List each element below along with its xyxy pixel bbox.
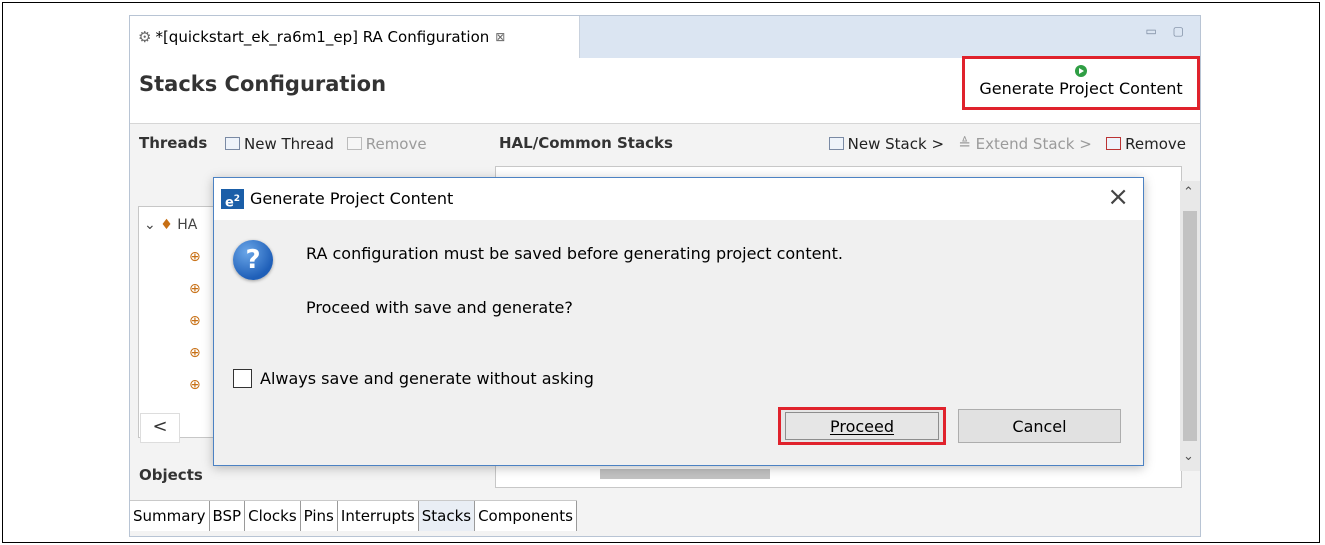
remove-stack-icon (1106, 137, 1122, 150)
horizontal-scroll-thumb[interactable] (600, 469, 770, 479)
remove-stack-button[interactable]: Remove (1106, 135, 1186, 153)
cancel-button[interactable]: Cancel (958, 409, 1121, 443)
objects-heading: Objects (139, 466, 203, 484)
logo-text: e (224, 195, 234, 211)
generate-project-content-button[interactable]: Generate Project Content (962, 56, 1200, 110)
remove-icon (346, 137, 362, 150)
editor-tab-title: *[quickstart_ek_ra6m1_ep] RA Configurati… (155, 28, 490, 46)
folder-icon: ♦ (160, 217, 173, 233)
generate-project-content-dialog: e2 Generate Project Content × ? RA confi… (213, 177, 1144, 466)
logo-sup: 2 (233, 194, 241, 204)
close-icon[interactable]: ⊠ (495, 30, 505, 44)
generate-label: Generate Project Content (979, 79, 1183, 98)
dialog-question: Proceed with save and generate? (306, 298, 573, 317)
new-thread-icon (225, 137, 240, 150)
tab-pins[interactable]: Pins (300, 501, 338, 531)
tree-row[interactable]: ⊕ (189, 281, 201, 297)
vertical-scrollbar[interactable]: ⌃ ⌄ (1180, 181, 1200, 471)
chevron-down-icon[interactable]: ⌄ (1183, 449, 1194, 464)
proceed-button[interactable]: Proceed (778, 407, 946, 445)
module-icon: ⊕ (189, 313, 201, 329)
e2-logo-icon: e2 (221, 189, 244, 211)
editor-tab[interactable]: ⚙ *[quickstart_ek_ra6m1_ep] RA Configura… (130, 16, 580, 58)
tab-summary[interactable]: Summary (130, 501, 210, 531)
new-stack-icon (828, 137, 844, 150)
tab-clocks[interactable]: Clocks (245, 501, 301, 531)
tree-row[interactable]: ⊕ (189, 345, 201, 361)
scroll-left-button[interactable]: < (140, 413, 180, 443)
new-stack-button[interactable]: New Stack > (828, 135, 945, 153)
new-stack-label: New Stack > (847, 135, 945, 153)
module-icon: ⊕ (189, 249, 201, 265)
tab-stacks[interactable]: Stacks (418, 501, 476, 531)
always-save-checkbox[interactable] (233, 369, 252, 388)
always-save-label: Always save and generate without asking (260, 369, 594, 388)
hal-toolbar: New Stack > ≜ Extend Stack > Remove (828, 135, 1186, 153)
editor-tabbar: ⚙ *[quickstart_ek_ra6m1_ep] RA Configura… (130, 16, 1200, 59)
tree-row[interactable]: ⊕ (189, 313, 201, 329)
tree-row[interactable]: ⊕ (189, 249, 201, 265)
hal-heading: HAL/Common Stacks (499, 134, 673, 152)
dialog-titlebar: e2 Generate Project Content × (214, 178, 1143, 220)
gear-icon: ⚙ (138, 28, 152, 46)
editor-bottom-tabs: Summary BSP Clocks Pins Interrupts Stack… (130, 500, 577, 531)
dialog-message: RA configuration must be saved before ge… (306, 244, 843, 263)
dialog-title: Generate Project Content (250, 189, 454, 208)
tree-row[interactable]: ⊕ (189, 377, 201, 393)
new-thread-button[interactable]: New Thread (225, 135, 334, 153)
tab-components[interactable]: Components (475, 501, 577, 531)
tree-row[interactable]: ⌄ ♦ HA (144, 217, 197, 233)
new-thread-label: New Thread (244, 135, 334, 153)
tree-root-label: HA (177, 217, 198, 233)
remove-thread-label: Remove (365, 135, 427, 153)
module-icon: ⊕ (189, 377, 201, 393)
question-icon: ? (233, 240, 273, 280)
extend-stack-button[interactable]: ≜ Extend Stack > (958, 135, 1091, 153)
proceed-label: Proceed (785, 412, 939, 440)
tab-interrupts[interactable]: Interrupts (337, 501, 419, 531)
threads-toolbar: New Thread Remove (225, 135, 427, 153)
remove-stack-label: Remove (1125, 135, 1186, 153)
module-icon: ⊕ (189, 281, 201, 297)
remove-thread-button[interactable]: Remove (346, 135, 427, 153)
always-save-option[interactable]: Always save and generate without asking (233, 369, 594, 388)
extend-icon: ≜ (958, 135, 976, 153)
scroll-thumb[interactable] (1183, 211, 1197, 441)
play-icon (1075, 65, 1087, 77)
page-title: Stacks Configuration (139, 72, 387, 96)
window-controls[interactable]: ▭ ▢ (1146, 24, 1191, 38)
chevron-down-icon[interactable]: ⌄ (144, 217, 156, 233)
close-icon[interactable]: × (1107, 182, 1129, 212)
chevron-up-icon[interactable]: ⌃ (1183, 185, 1194, 200)
extend-stack-label: Extend Stack > (975, 135, 1092, 153)
tab-bsp[interactable]: BSP (209, 501, 246, 531)
module-icon: ⊕ (189, 345, 201, 361)
threads-heading: Threads (139, 134, 208, 152)
